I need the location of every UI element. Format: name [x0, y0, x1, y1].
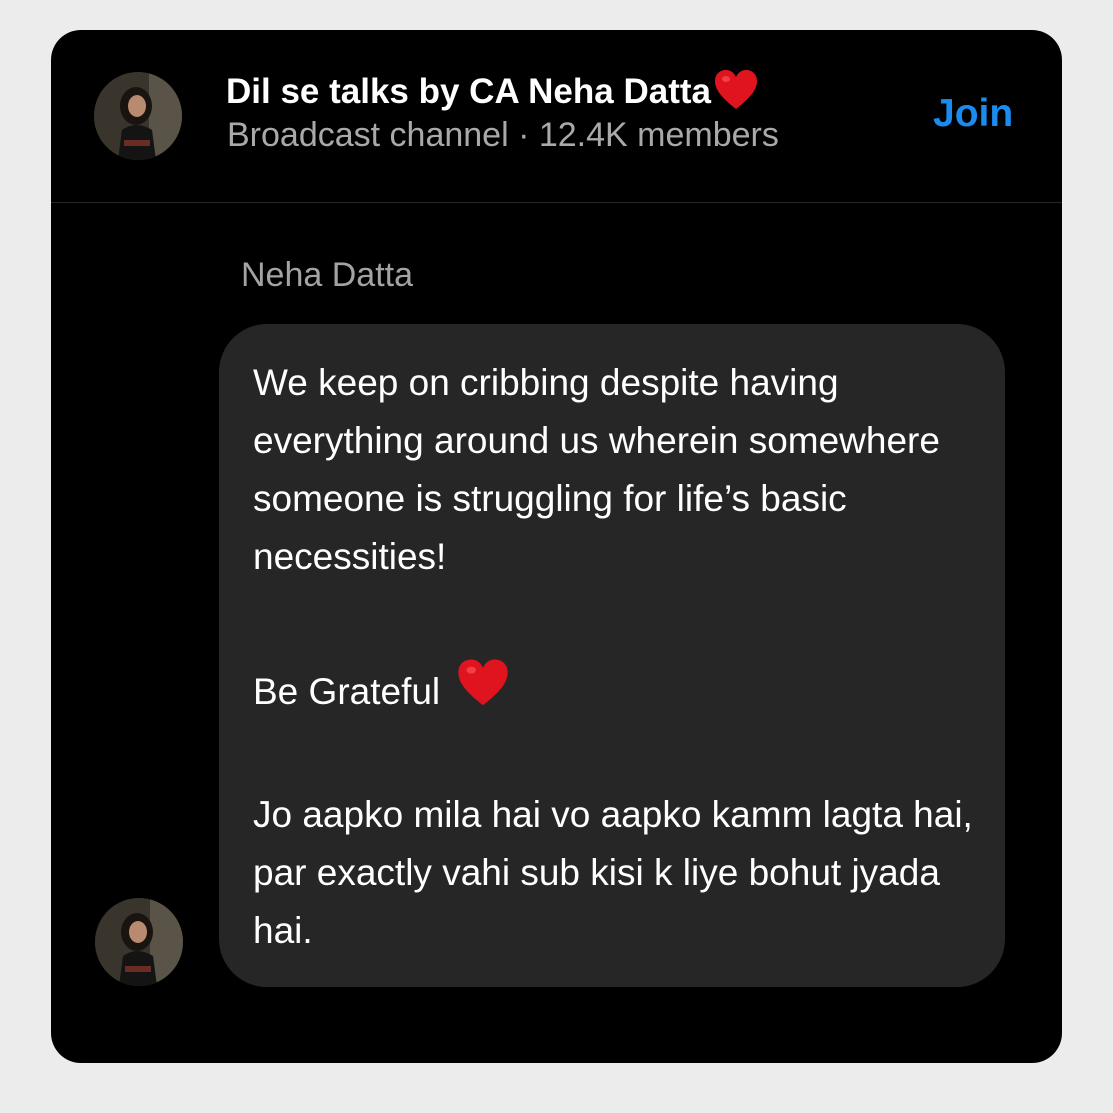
sender-avatar[interactable] [95, 898, 183, 986]
red-heart-icon [456, 658, 510, 725]
channel-header: Dil se talks by CA Neha Datta Broadcast … [51, 30, 1062, 203]
avatar-photo [94, 72, 182, 160]
message-sender: Neha Datta [241, 256, 413, 294]
channel-subtitle: Broadcast channel · 12.4K members [227, 116, 779, 154]
red-heart-icon [713, 69, 759, 116]
message-paragraph: Be Grateful [253, 670, 441, 712]
message-bubble[interactable]: We keep on cribbing despite having every… [219, 324, 1005, 987]
message-paragraph-row: Be Grateful [253, 658, 993, 725]
join-button[interactable]: Join [933, 92, 1013, 136]
channel-title: Dil se talks by CA Neha Datta [226, 72, 711, 111]
avatar-photo [95, 898, 183, 986]
channel-card: Dil se talks by CA Neha Datta Broadcast … [51, 30, 1062, 1063]
channel-avatar[interactable] [94, 72, 182, 160]
message-paragraph: Jo aapko mila hai vo aapko kamm lagta ha… [253, 794, 973, 951]
channel-title-row: Dil se talks by CA Neha Datta [226, 68, 759, 116]
message-paragraph: We keep on cribbing despite having every… [253, 362, 940, 577]
